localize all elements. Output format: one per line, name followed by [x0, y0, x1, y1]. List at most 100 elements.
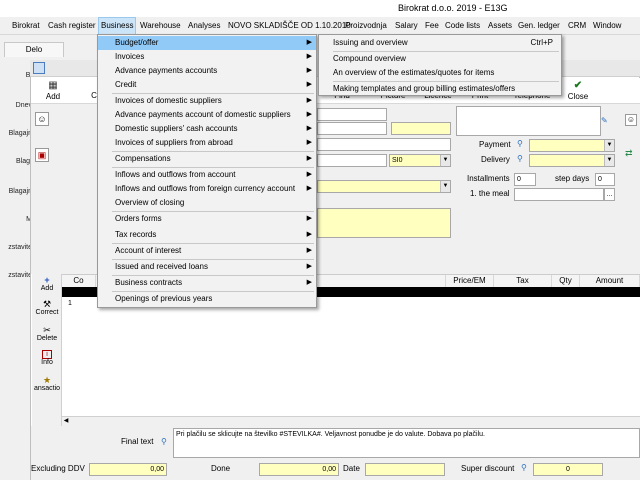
chevron-down-icon: ▼ — [440, 181, 450, 192]
correct-item-button[interactable]: ⚒ Correct — [32, 300, 62, 317]
installments-label: Installments — [467, 174, 510, 183]
transaction-item-button[interactable]: ★ ansactio — [32, 376, 62, 393]
car-icon[interactable]: ▣ — [35, 148, 49, 162]
search-icon[interactable]: ⚲ — [521, 463, 527, 472]
menu-item-openings-previous-years[interactable]: Openings of previous years — [98, 292, 316, 306]
column-header-tax[interactable]: Tax — [494, 275, 552, 287]
menu-item-compensations[interactable]: Compensations ▶ — [98, 152, 316, 166]
menu-fee[interactable]: Fee — [425, 17, 439, 35]
menu-item-overview-of-closing[interactable]: Overview of closing — [98, 196, 316, 210]
menu-assets[interactable]: Assets — [488, 17, 512, 35]
add-button-label: Add — [45, 92, 61, 101]
horizontal-scrollbar[interactable]: ◀ — [62, 416, 640, 426]
select-field-mid[interactable]: ▼ — [317, 180, 451, 193]
menu-analyses[interactable]: Analyses — [188, 17, 220, 35]
add-button[interactable]: ▦ Add — [43, 78, 63, 102]
currency-select[interactable]: SI0 ▼ — [389, 154, 451, 167]
menu-warehouse[interactable]: Warehouse — [140, 17, 181, 35]
super-discount-field[interactable]: 0 — [533, 463, 603, 476]
payment-label: Payment — [479, 140, 511, 149]
scroll-left-icon[interactable]: ◀ — [62, 417, 70, 426]
menu-item-business-contracts[interactable]: Business contracts ▶ — [98, 276, 316, 290]
menu-item-foreign-supplier-invoices[interactable]: Invoices of suppliers from abroad ▶ — [98, 136, 316, 150]
menu-birokrat[interactable]: Birokrat — [12, 17, 40, 35]
column-header-price[interactable]: Price/EM — [446, 275, 494, 287]
field-top-4[interactable] — [317, 154, 387, 167]
menu-item-estimates-overview[interactable]: An overview of the estimates/quotes for … — [319, 66, 561, 80]
menu-item-loans[interactable]: Issued and received loans ▶ — [98, 260, 316, 274]
column-header-qty[interactable]: Qty — [552, 275, 580, 287]
menu-item-compound-overview[interactable]: Compound overview — [319, 52, 561, 66]
menu-item-issuing-and-overview[interactable]: Issuing and overview Ctrl+P — [319, 36, 561, 50]
menu-window[interactable]: Window — [593, 17, 621, 35]
menu-item-credit[interactable]: Credit ▶ — [98, 78, 316, 92]
chevron-right-icon: ▶ — [306, 53, 312, 60]
menu-code-lists[interactable]: Code lists — [445, 17, 480, 35]
installments-field[interactable]: 0 — [514, 173, 536, 186]
step-days-field[interactable]: 0 — [595, 173, 615, 186]
info-item-button[interactable]: i Info — [32, 350, 62, 367]
item-tools: + Add ⚒ Correct ✂ Delete i Info ★ ansact… — [32, 274, 62, 426]
person-icon[interactable]: ☺ — [35, 112, 49, 126]
menu-item-templates-group-billing[interactable]: Making templates and group billing estim… — [319, 82, 561, 96]
menu-item-domestic-supplier-advance[interactable]: Advance payments account of domestic sup… — [98, 108, 316, 122]
column-header-code[interactable]: Co — [62, 275, 96, 287]
left-label-blagajn: Blagajn — [8, 130, 32, 137]
add-item-button[interactable]: + Add — [32, 276, 62, 293]
chevron-right-icon: ▶ — [306, 247, 312, 254]
field-top-1[interactable] — [317, 108, 387, 121]
field-top-2b[interactable] — [391, 122, 451, 135]
chevron-right-icon: ▶ — [306, 215, 312, 222]
tab-delo[interactable]: Delo — [4, 42, 64, 57]
menu-item-account-of-interest[interactable]: Account of interest ▶ — [98, 244, 316, 258]
delete-item-button[interactable]: ✂ Delete — [32, 326, 62, 343]
menu-proizvodnja[interactable]: Proizvodnja — [345, 17, 387, 35]
date-field[interactable] — [365, 463, 445, 476]
excluding-ddv-field[interactable]: 0,00 — [89, 463, 167, 476]
menu-bar: Birokrat Cash register Business Warehous… — [0, 17, 640, 35]
chevron-right-icon: ▶ — [306, 111, 312, 118]
contact-card-icon[interactable]: ☺ — [625, 114, 637, 126]
left-label-bi: Bi — [25, 72, 32, 79]
menu-business[interactable]: Business — [98, 17, 137, 35]
menu-salary[interactable]: Salary — [395, 17, 418, 35]
menu-item-foreign-account-flows[interactable]: Inflows and outflows from foreign curren… — [98, 182, 316, 196]
chevron-right-icon: ▶ — [306, 279, 312, 286]
field-top-3[interactable] — [317, 138, 451, 151]
menu-item-orders-forms[interactable]: Orders forms ▶ — [98, 212, 316, 226]
left-label-dnev: Dnev — [15, 102, 32, 109]
menu-item-invoices[interactable]: Invoices ▶ — [98, 50, 316, 64]
address-box[interactable] — [456, 106, 601, 136]
edit-icon[interactable]: ✎ — [601, 116, 613, 126]
delivery-select[interactable]: ▼ — [529, 154, 615, 167]
menu-crm[interactable]: CRM — [568, 17, 586, 35]
search-icon[interactable]: ⚲ — [517, 139, 523, 148]
column-header-amount[interactable]: Amount — [580, 275, 640, 287]
field-top-2[interactable] — [317, 122, 387, 135]
chevron-down-icon: ▼ — [604, 140, 614, 151]
menu-item-domestic-supplier-invoices[interactable]: Invoices of domestic suppliers ▶ — [98, 94, 316, 108]
search-icon[interactable]: ⚲ — [517, 154, 523, 163]
search-icon[interactable]: ⚲ — [161, 437, 167, 446]
note-field[interactable] — [317, 208, 451, 238]
menu-item-budget-offer[interactable]: Budget/offer ▶ — [98, 36, 316, 50]
info-icon: i — [42, 350, 52, 359]
menu-item-tax-records[interactable]: Tax records ▶ — [98, 228, 316, 242]
payment-select[interactable]: ▼ — [529, 139, 615, 152]
done-field[interactable]: 0,00 — [259, 463, 339, 476]
menu-gen-ledger[interactable]: Gen. ledger — [518, 17, 560, 35]
menu-novo-skladisce[interactable]: NOVO SKLADIŠČE OD 1.10.2010 — [228, 17, 351, 35]
final-text-field[interactable]: Pri plačilu se sklicujte na številko #ST… — [173, 428, 640, 458]
menu-item-account-flows[interactable]: Inflows and outflows from account ▶ — [98, 168, 316, 182]
meal-field[interactable] — [514, 188, 604, 201]
done-label: Done — [211, 464, 231, 473]
meal-browse-button[interactable]: ... — [604, 188, 615, 201]
menu-item-domestic-supplier-cash[interactable]: Domestic suppliers' cash accounts ▶ — [98, 122, 316, 136]
menu-cash-register[interactable]: Cash register — [48, 17, 96, 35]
close-button[interactable]: ✔ Close — [566, 78, 590, 102]
super-discount-label: Super discount — [461, 464, 515, 473]
currency-exchange-icon[interactable]: ⇄ — [625, 148, 637, 160]
menu-item-advance-payments[interactable]: Advance payments accounts ▶ — [98, 64, 316, 78]
plus-icon: + — [44, 275, 50, 285]
window-app-icon — [33, 62, 45, 74]
